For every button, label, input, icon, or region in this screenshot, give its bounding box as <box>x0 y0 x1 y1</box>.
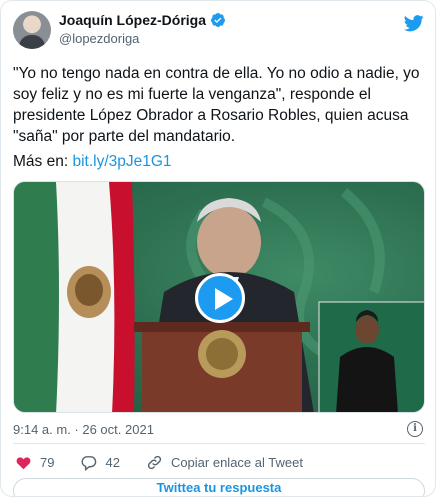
play-button[interactable] <box>195 273 245 323</box>
action-bar: 79 42 Copiar enlace al Tweet <box>15 453 329 471</box>
reply-button[interactable]: Twittea tu respuesta <box>13 478 425 496</box>
author-display-name[interactable]: Joaquín López-Dóriga <box>59 12 206 28</box>
tweet-text: "Yo no tengo nada en contra de ella. Yo … <box>13 65 420 145</box>
name-row: Joaquín López-Dóriga <box>59 12 226 28</box>
tweet-card: Joaquín López-Dóriga @lopezdoriga "Yo no… <box>0 0 436 497</box>
reply-count: 42 <box>105 454 120 470</box>
comment-icon <box>81 455 97 471</box>
author-handle[interactable]: @lopezdoriga <box>59 31 139 46</box>
more-line: Más en: bit.ly/3pJe1G1 <box>13 153 172 171</box>
copy-link-label: Copiar enlace al Tweet <box>170 454 303 470</box>
video-media[interactable] <box>13 181 425 413</box>
like-count: 79 <box>40 454 55 470</box>
tweet-header: Joaquín López-Dóriga @lopezdoriga <box>13 11 425 51</box>
more-prefix: Más en: <box>13 153 73 170</box>
heart-icon <box>16 456 31 469</box>
like-action[interactable]: 79 <box>15 454 54 471</box>
more-link[interactable]: bit.ly/3pJe1G1 <box>72 153 171 170</box>
verified-badge-icon <box>210 13 225 27</box>
link-icon <box>147 455 162 469</box>
copy-link-action[interactable]: Copiar enlace al Tweet <box>146 454 303 471</box>
tweet-timestamp[interactable]: 9:14 a. m. · 26 oct. 2021 <box>13 422 154 437</box>
divider <box>13 443 425 444</box>
avatar[interactable] <box>13 11 51 49</box>
info-icon[interactable]: i <box>407 421 423 437</box>
reply-action[interactable]: 42 <box>80 454 120 471</box>
twitter-bird-icon[interactable] <box>403 13 425 33</box>
